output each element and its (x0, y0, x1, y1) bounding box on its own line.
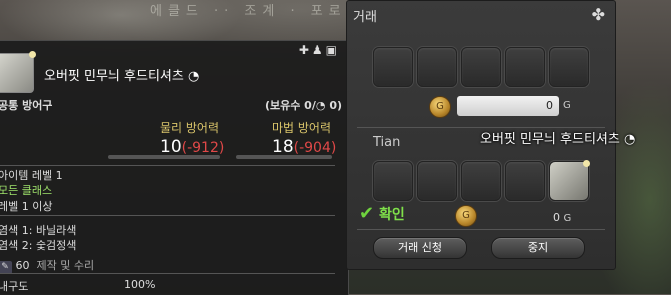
phys-def-label: 물리 방어력 (160, 121, 220, 135)
confirm-status: ✔ 확인 (359, 203, 405, 224)
gil-unit: G (563, 100, 571, 111)
partner-trade-slot-1[interactable] (373, 161, 413, 201)
cancel-button[interactable]: 중지 (491, 237, 585, 259)
item-crafting: ✎ 60 제작 및 수리 (0, 257, 94, 274)
divider (0, 215, 335, 216)
trade-request-button[interactable]: 거래 신청 (373, 237, 467, 259)
partner-trade-slot-2[interactable] (417, 161, 457, 201)
my-gil-input[interactable]: 0 (457, 96, 559, 116)
item-category: 공통 방어구 (0, 99, 53, 112)
item-thumbnail (0, 51, 36, 93)
divider (0, 165, 335, 166)
item-level: 아이템 레벨 1 (0, 169, 63, 182)
partner-gil: 0 G (553, 211, 572, 224)
mag-def-bar (236, 155, 332, 159)
item-dye-1: 염색 1: 바닐라색 (0, 224, 77, 237)
item-name: 오버핏 민무늬 후드티셔츠 ◔ (44, 69, 200, 84)
mag-def-value: 18(-904) (272, 137, 337, 157)
partner-item-label: 오버핏 민무늬 후드티셔츠 ◔ (480, 132, 636, 147)
item-dye-2: 염색 2: 숯검정색 (0, 239, 77, 252)
settings-gear-icon[interactable]: ✤ (592, 5, 605, 24)
trade-title: 거래 (353, 10, 377, 25)
item-owned: (보유수 0/◔ 0) (264, 99, 342, 112)
divider (357, 229, 605, 230)
gil-coin-icon: G (429, 96, 451, 118)
crafted-icon: ◔ (623, 132, 636, 147)
tooltip-status-icons: ✚♟▣ (299, 43, 340, 57)
my-trade-slot-5[interactable] (549, 47, 589, 87)
partner-trade-slot-5[interactable] (549, 160, 590, 201)
my-trade-slot-4[interactable] (505, 47, 545, 87)
hq-dot-icon (583, 160, 590, 167)
my-trade-slot-1[interactable] (373, 47, 413, 87)
phys-def-value: 10(-912) (160, 137, 225, 157)
market-icon: ▣ (325, 43, 340, 57)
divider (0, 273, 335, 274)
plus-icon: ✚ (298, 43, 312, 57)
my-trade-slot-3[interactable] (461, 47, 501, 87)
phys-def-diff: (-912) (181, 140, 225, 156)
phys-def-bar (108, 155, 220, 159)
glamour-icon: ♟ (311, 43, 326, 57)
my-trade-slot-2[interactable] (417, 47, 457, 87)
partner-name: Tian (373, 135, 401, 150)
mag-def-label: 마법 방어력 (272, 121, 332, 135)
gil-coin-icon: G (455, 205, 477, 227)
item-durability: 내구도 100% (0, 278, 156, 293)
item-req-level: 레벨 1 이상 (0, 200, 53, 213)
crafted-icon: ◔ (187, 69, 200, 84)
owned-icon: ◔ (315, 99, 326, 112)
partner-trade-slot-3[interactable] (461, 161, 501, 201)
checkmark-icon: ✔ (359, 203, 375, 224)
partner-trade-slot-4[interactable] (505, 161, 545, 201)
item-classes: 모든 클래스 (0, 184, 53, 197)
hq-dot-icon (29, 51, 36, 58)
mag-def-diff: (-904) (293, 140, 337, 156)
item-tooltip: ✚♟▣ 오버핏 민무늬 후드티셔츠 ◔ 공통 방어구 (보유수 0/◔ 0) 물… (0, 40, 349, 295)
